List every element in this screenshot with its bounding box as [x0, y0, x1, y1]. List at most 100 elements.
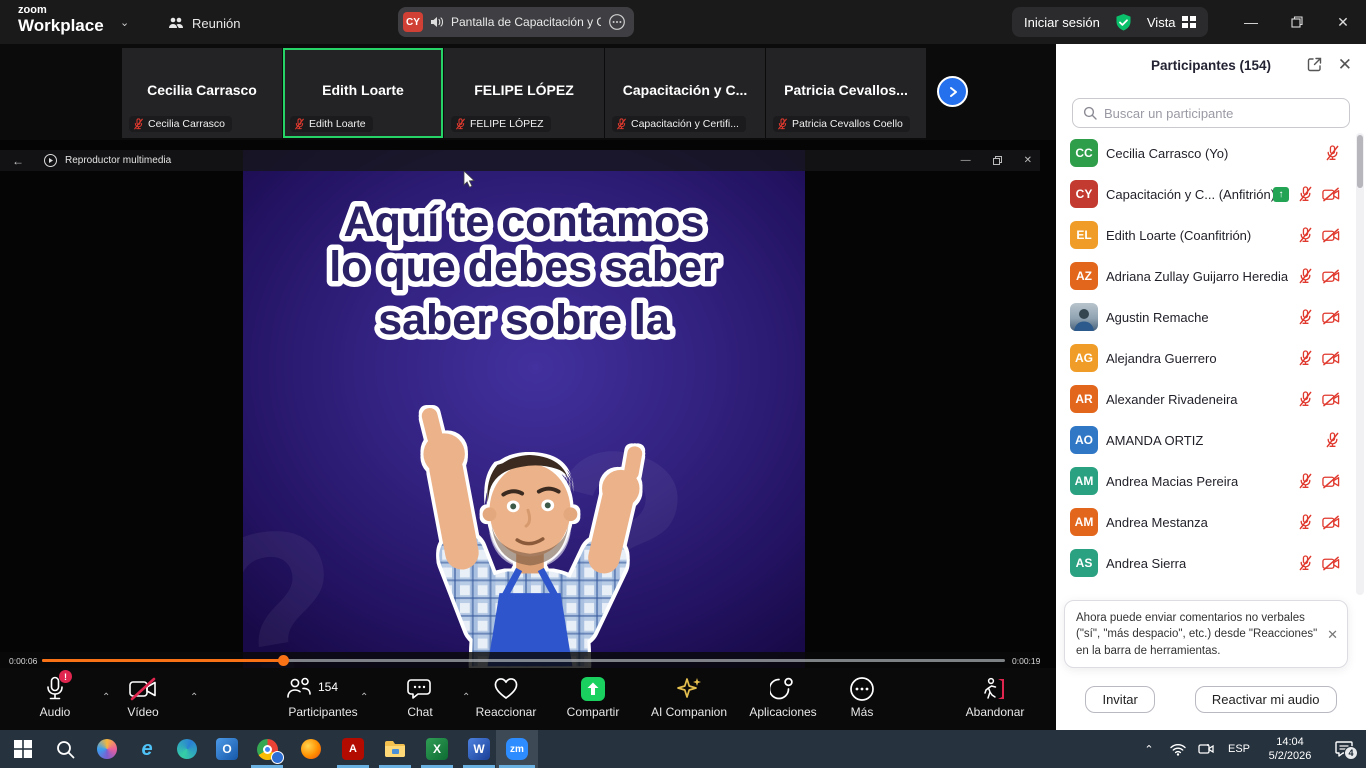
- participant-name: Edith Loarte (Coanfitrión): [1106, 228, 1251, 243]
- tray-chevron-icon[interactable]: ⌃: [1134, 730, 1164, 768]
- mic-off-icon: [1298, 186, 1313, 202]
- notification-center-icon[interactable]: 4: [1322, 730, 1366, 768]
- participant-row[interactable]: AM Andrea Macias Pereira ↑: [1056, 461, 1354, 502]
- popout-icon[interactable]: [1307, 57, 1322, 72]
- react-button[interactable]: Reaccionar: [464, 674, 548, 726]
- signin-button[interactable]: Iniciar sesión: [1024, 15, 1100, 30]
- meet-now-icon[interactable]: [1192, 730, 1220, 768]
- video-tile-1[interactable]: Cecilia Carrasco Cecilia Carrasco: [122, 48, 282, 138]
- panel-scrollbar-thumb[interactable]: [1357, 135, 1363, 188]
- svg-text:saber sobre la: saber sobre la: [378, 296, 671, 344]
- start-button[interactable]: [4, 730, 42, 768]
- minimize-button[interactable]: —: [1228, 0, 1274, 44]
- audio-button[interactable]: ! Audio ⌃: [20, 674, 90, 726]
- tile-participant-name: Edith Loarte: [283, 82, 443, 98]
- close-button[interactable]: ✕: [1320, 0, 1366, 44]
- language-indicator[interactable]: ESP: [1220, 743, 1258, 755]
- window-controls: — ✕: [1228, 0, 1366, 44]
- ai-companion-button[interactable]: AI Companion: [640, 674, 738, 726]
- layout-grid-icon: [1182, 16, 1196, 28]
- video-tile-4[interactable]: Capacitación y C... Capacitación y Certi…: [605, 48, 765, 138]
- unmute-button[interactable]: Reactivar mi audio: [1195, 686, 1337, 713]
- toast-close-icon[interactable]: ✕: [1327, 627, 1338, 643]
- chrome-icon[interactable]: [248, 730, 286, 768]
- shield-check-icon[interactable]: [1114, 13, 1133, 32]
- firefox-icon[interactable]: [292, 730, 330, 768]
- zoom-app-icon[interactable]: zm: [496, 730, 538, 768]
- video-options-chevron[interactable]: ⌃: [190, 692, 198, 703]
- clock[interactable]: 14:04 5/2/2026: [1258, 735, 1322, 764]
- outlook-icon[interactable]: O: [208, 730, 246, 768]
- video-tile-2[interactable]: Edith Loarte Edith Loarte: [283, 48, 443, 138]
- microphone-icon: !: [45, 674, 65, 704]
- excel-icon[interactable]: X: [418, 730, 456, 768]
- more-button[interactable]: Más: [832, 674, 892, 726]
- mic-off-icon: [1298, 391, 1313, 407]
- wifi-icon[interactable]: [1164, 730, 1192, 768]
- view-label: Vista: [1147, 15, 1176, 30]
- slide-title: Aquí te contamos lo que debes saber sabe…: [243, 178, 805, 378]
- acrobat-icon[interactable]: A: [334, 730, 372, 768]
- player-minimize-button[interactable]: —: [961, 155, 971, 166]
- leave-button[interactable]: Abandonar: [948, 674, 1042, 726]
- camera-off-icon: [1322, 351, 1340, 366]
- active-share-pill[interactable]: CY Pantalla de Capacitación y C: [398, 7, 634, 37]
- camera-off-icon: [1322, 515, 1340, 530]
- total-time: 0:00:19: [1012, 656, 1040, 666]
- camera-off-icon: [1322, 474, 1340, 489]
- copilot-icon[interactable]: [88, 730, 126, 768]
- participants-button[interactable]: 154 ⌃ Participantes: [268, 674, 378, 726]
- participants-options-chevron[interactable]: ⌃: [360, 692, 368, 703]
- file-explorer-icon[interactable]: [376, 730, 414, 768]
- participant-row[interactable]: AG Alejandra Guerrero ↑: [1056, 338, 1354, 379]
- participant-row[interactable]: Agustin Remache ↑: [1056, 297, 1354, 338]
- camera-off-icon: [1322, 556, 1340, 571]
- share-avatar: CY: [403, 12, 423, 32]
- word-icon[interactable]: W: [460, 730, 498, 768]
- seek-bar[interactable]: [42, 659, 1005, 662]
- chevron-down-icon[interactable]: ⌄: [120, 16, 129, 29]
- share-button[interactable]: Compartir: [550, 674, 636, 726]
- participant-search[interactable]: [1072, 98, 1350, 128]
- participant-row[interactable]: CC Cecilia Carrasco (Yo) ↑: [1056, 133, 1354, 174]
- ellipsis-icon[interactable]: [608, 13, 626, 31]
- participant-row[interactable]: AO AMANDA ORTIZ ↑: [1056, 420, 1354, 461]
- mic-off-icon: [1298, 473, 1313, 489]
- leave-label: Abandonar: [966, 705, 1025, 719]
- video-tile-3[interactable]: FELIPE LÓPEZ FELIPE LÓPEZ: [444, 48, 604, 138]
- mic-off-icon: [1325, 432, 1340, 448]
- video-tile-5[interactable]: Patricia Cevallos... Patricia Cevallos C…: [766, 48, 926, 138]
- internet-explorer-icon[interactable]: e: [128, 730, 166, 768]
- seek-handle[interactable]: [278, 655, 289, 666]
- invite-button[interactable]: Invitar: [1085, 686, 1154, 713]
- mic-off-icon: [1298, 514, 1313, 530]
- tile-tag-label: Patricia Cevallos Coello: [792, 118, 903, 130]
- maximize-button[interactable]: [1274, 0, 1320, 44]
- participant-row[interactable]: AR Alexander Rivadeneira ↑: [1056, 379, 1354, 420]
- edge-icon[interactable]: [168, 730, 206, 768]
- apps-button[interactable]: Aplicaciones: [736, 674, 830, 726]
- next-page-button[interactable]: [937, 76, 968, 107]
- chat-button[interactable]: Chat ⌃: [388, 674, 452, 726]
- view-button[interactable]: Vista: [1147, 15, 1196, 30]
- avatar: AR: [1070, 385, 1098, 413]
- player-close-button[interactable]: ✕: [1024, 155, 1032, 166]
- mic-off-icon: [455, 118, 466, 130]
- panel-scrollbar-track[interactable]: [1356, 133, 1364, 595]
- tile-tag-label: Cecilia Carrasco: [148, 118, 225, 130]
- leave-door-icon: [982, 674, 1008, 704]
- panel-close-icon[interactable]: ✕: [1338, 55, 1352, 75]
- participant-search-input[interactable]: [1104, 106, 1339, 121]
- player-restore-button[interactable]: [993, 156, 1002, 165]
- logo-zoom-text: zoom: [18, 5, 104, 16]
- participant-row[interactable]: AZ Adriana Zullay Guijarro Heredia ↑: [1056, 256, 1354, 297]
- participant-row[interactable]: EL Edith Loarte (Coanfitrión) ↑: [1056, 215, 1354, 256]
- participant-row[interactable]: CY Capacitación y C... (Anfitrión) ↑: [1056, 174, 1354, 215]
- back-arrow-icon[interactable]: ←: [12, 154, 24, 168]
- tab-meeting[interactable]: Reunión: [168, 10, 240, 36]
- participant-row[interactable]: AS Andrea Sierra ↑: [1056, 543, 1354, 584]
- apps-label: Aplicaciones: [749, 705, 816, 719]
- video-button[interactable]: Vídeo ⌃: [108, 674, 178, 726]
- taskbar-search-icon[interactable]: [46, 730, 84, 768]
- participant-row[interactable]: AM Andrea Mestanza ↑: [1056, 502, 1354, 543]
